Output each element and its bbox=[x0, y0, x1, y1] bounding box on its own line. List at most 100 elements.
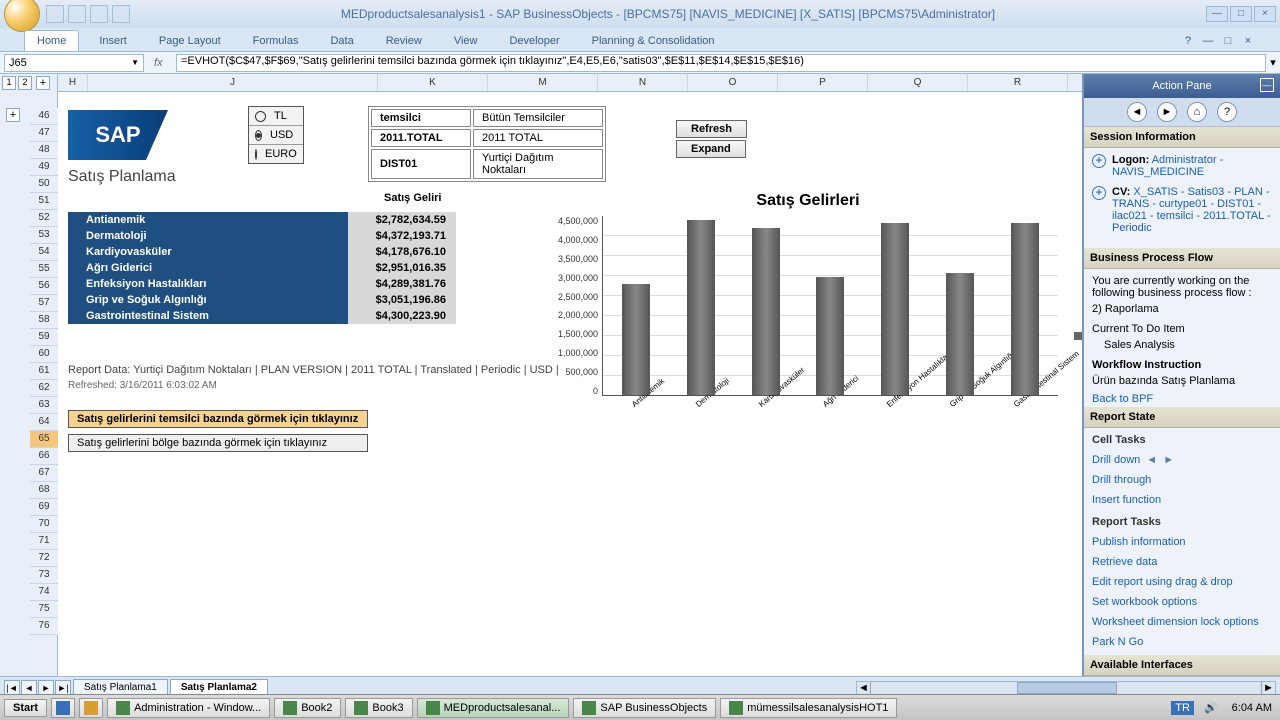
col-header[interactable]: J bbox=[88, 74, 378, 91]
row-header[interactable]: 73 bbox=[30, 567, 58, 584]
row-header[interactable]: 71 bbox=[30, 533, 58, 550]
save-icon[interactable] bbox=[46, 5, 64, 23]
start-button[interactable]: Start bbox=[4, 699, 47, 717]
formula-expand-icon[interactable]: ▾ bbox=[1266, 56, 1280, 69]
row-header[interactable]: 54 bbox=[30, 244, 58, 261]
col-header[interactable]: N bbox=[598, 74, 688, 91]
nav-back-icon[interactable]: ◄ bbox=[1127, 102, 1147, 122]
quicklaunch-explorer[interactable] bbox=[79, 698, 103, 718]
help-icon[interactable]: ? bbox=[1180, 35, 1196, 51]
expand-button[interactable]: Expand bbox=[676, 140, 746, 158]
drill-link-bolge[interactable]: Satış gelirlerini bölge bazında görmek i… bbox=[68, 434, 368, 452]
row-header[interactable]: 67 bbox=[30, 465, 58, 482]
col-header[interactable]: H bbox=[58, 74, 88, 91]
print-icon[interactable] bbox=[112, 5, 130, 23]
horizontal-scrollbar[interactable]: ◄ ► bbox=[856, 681, 1276, 695]
ribbon-tab-developer[interactable]: Developer bbox=[497, 31, 571, 51]
fx-icon[interactable]: fx bbox=[154, 57, 170, 69]
row-header[interactable]: 74 bbox=[30, 584, 58, 601]
row-header[interactable]: 65 bbox=[30, 431, 58, 448]
worksheet[interactable]: HJKMNOPQR SAP Satış Planlama TLUSDEURO t… bbox=[58, 74, 1082, 676]
row-header[interactable]: 75 bbox=[30, 601, 58, 618]
back-to-bpf-link[interactable]: Back to BPF bbox=[1092, 393, 1153, 405]
tray-clock[interactable]: 6:04 AM bbox=[1228, 702, 1276, 714]
row-header[interactable]: 47 bbox=[30, 125, 58, 142]
row-header[interactable]: 51 bbox=[30, 193, 58, 210]
report-task-link[interactable]: Retrieve data bbox=[1092, 552, 1272, 572]
expand-cv-icon[interactable]: + bbox=[1092, 186, 1106, 200]
cell-task-link[interactable]: Insert function bbox=[1092, 490, 1272, 510]
row-header[interactable]: 60 bbox=[30, 346, 58, 363]
row-header[interactable]: 53 bbox=[30, 227, 58, 244]
nav-help-icon[interactable]: ? bbox=[1217, 102, 1237, 122]
taskbar-item[interactable]: MEDproductsalesanal... bbox=[417, 698, 570, 718]
nav-home-icon[interactable]: ⌂ bbox=[1187, 102, 1207, 122]
currency-usd[interactable]: USD bbox=[249, 126, 303, 145]
outline-level-1[interactable]: 1 bbox=[2, 76, 16, 90]
taskbar-item[interactable]: mümessilsalesanalysisHOT1 bbox=[720, 698, 897, 718]
row-header[interactable]: 49 bbox=[30, 159, 58, 176]
tray-volume-icon[interactable]: 🔊 bbox=[1200, 701, 1222, 714]
row-header[interactable]: 61 bbox=[30, 363, 58, 380]
col-header[interactable]: R bbox=[968, 74, 1068, 91]
tray-lang[interactable]: TR bbox=[1171, 701, 1194, 715]
ribbon-tab-home[interactable]: Home bbox=[24, 30, 79, 51]
name-box[interactable]: J65 ▼ bbox=[4, 54, 144, 72]
ribbon-tab-page-layout[interactable]: Page Layout bbox=[147, 31, 233, 51]
row-header[interactable]: 58 bbox=[30, 312, 58, 329]
row-header[interactable]: 76 bbox=[30, 618, 58, 635]
formula-input[interactable] bbox=[176, 54, 1266, 72]
ribbon-minimize-icon[interactable]: — bbox=[1200, 35, 1216, 51]
hscroll-thumb[interactable] bbox=[1017, 682, 1117, 694]
refresh-button[interactable]: Refresh bbox=[676, 120, 747, 138]
taskbar-item[interactable]: Book2 bbox=[274, 698, 341, 718]
row-header[interactable]: 72 bbox=[30, 550, 58, 567]
taskbar-item[interactable]: Book3 bbox=[345, 698, 412, 718]
close-button[interactable]: × bbox=[1254, 6, 1276, 22]
ribbon-tab-formulas[interactable]: Formulas bbox=[241, 31, 311, 51]
formula-text[interactable] bbox=[181, 55, 1261, 67]
col-header[interactable]: Q bbox=[868, 74, 968, 91]
maximize-button[interactable]: □ bbox=[1230, 6, 1252, 22]
quicklaunch-ie[interactable] bbox=[51, 698, 75, 718]
row-header[interactable]: 55 bbox=[30, 261, 58, 278]
row-header[interactable]: 59 bbox=[30, 329, 58, 346]
row-header[interactable]: 70 bbox=[30, 516, 58, 533]
col-header[interactable]: O bbox=[688, 74, 778, 91]
ribbon-tab-view[interactable]: View bbox=[442, 31, 490, 51]
pane-minimize-icon[interactable]: — bbox=[1260, 78, 1274, 92]
report-task-link[interactable]: Park N Go bbox=[1092, 632, 1272, 652]
col-header[interactable]: M bbox=[488, 74, 598, 91]
outline-expand-col[interactable]: + bbox=[36, 76, 50, 90]
row-header[interactable]: 56 bbox=[30, 278, 58, 295]
ribbon-tab-insert[interactable]: Insert bbox=[87, 31, 139, 51]
col-header[interactable]: K bbox=[378, 74, 488, 91]
cell-task-link[interactable]: Drill down ◄ ► bbox=[1092, 450, 1272, 470]
row-header[interactable]: 68 bbox=[30, 482, 58, 499]
report-task-link[interactable]: Worksheet dimension lock options bbox=[1092, 612, 1272, 632]
row-header[interactable]: 46 bbox=[30, 108, 58, 125]
row-header[interactable]: 62 bbox=[30, 380, 58, 397]
drill-link-temsilci[interactable]: Satış gelirlerini temsilci bazında görme… bbox=[68, 410, 368, 428]
row-header[interactable]: 50 bbox=[30, 176, 58, 193]
row-header[interactable]: 64 bbox=[30, 414, 58, 431]
taskbar-item[interactable]: SAP BusinessObjects bbox=[573, 698, 716, 718]
taskbar-item[interactable]: Administration - Window... bbox=[107, 698, 270, 718]
col-header[interactable]: P bbox=[778, 74, 868, 91]
outline-expand-row[interactable]: + bbox=[6, 108, 20, 122]
cv-link[interactable]: X_SATIS - Satis03 - PLAN - TRANS - curty… bbox=[1112, 186, 1271, 234]
arrow-right-icon[interactable]: ► bbox=[1163, 454, 1174, 466]
report-task-link[interactable]: Edit report using drag & drop bbox=[1092, 572, 1272, 592]
doc-close-icon[interactable]: × bbox=[1240, 35, 1256, 51]
row-header[interactable]: 63 bbox=[30, 397, 58, 414]
minimize-button[interactable]: — bbox=[1206, 6, 1228, 22]
expand-logon-icon[interactable]: + bbox=[1092, 154, 1106, 168]
undo-icon[interactable] bbox=[68, 5, 86, 23]
currency-tl[interactable]: TL bbox=[249, 107, 303, 126]
row-header[interactable]: 69 bbox=[30, 499, 58, 516]
nav-forward-icon[interactable]: ► bbox=[1157, 102, 1177, 122]
report-task-link[interactable]: Publish information bbox=[1092, 532, 1272, 552]
row-header[interactable]: 52 bbox=[30, 210, 58, 227]
row-header[interactable]: 57 bbox=[30, 295, 58, 312]
dropdown-icon[interactable]: ▼ bbox=[131, 58, 139, 67]
